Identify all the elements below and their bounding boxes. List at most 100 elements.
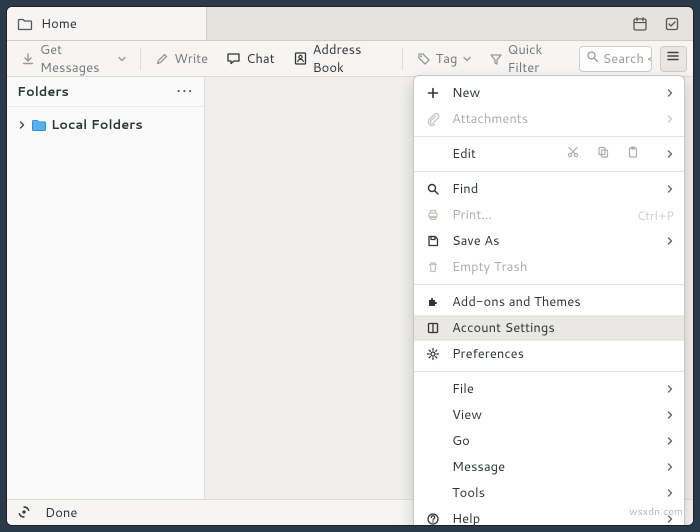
- folder-icon: [31, 117, 47, 133]
- search-icon: [586, 50, 599, 68]
- folder-pane: Folders ··· Local Folders: [7, 77, 205, 499]
- address-book-button[interactable]: Address Book: [285, 37, 394, 81]
- menu-separator: [414, 284, 684, 285]
- chevron-right-icon: [662, 515, 674, 523]
- menu-item-help[interactable]: Help: [414, 506, 684, 526]
- chevron-right-icon[interactable]: [662, 150, 674, 158]
- tree-item-label: Local Folders: [51, 116, 143, 134]
- menu-item-message[interactable]: Message: [414, 454, 684, 480]
- tag-icon: [417, 52, 431, 66]
- gear-icon: [424, 347, 442, 361]
- tree-item-local-folders[interactable]: Local Folders: [11, 113, 200, 137]
- funnel-icon: [489, 52, 503, 66]
- search-input[interactable]: Search <C: [579, 46, 652, 72]
- tab-home[interactable]: Home: [7, 7, 207, 40]
- menu-label: Account Settings: [452, 319, 674, 337]
- get-messages-label: Get Messages: [40, 41, 113, 77]
- paperclip-icon: [424, 112, 442, 126]
- chat-button[interactable]: Chat: [218, 46, 282, 72]
- menu-label: Message: [452, 458, 652, 476]
- menu-label: Attachments: [452, 110, 652, 128]
- folder-pane-header: Folders ···: [7, 77, 204, 107]
- printer-icon: [424, 208, 442, 222]
- cut-button[interactable]: [562, 144, 584, 164]
- folder-pane-title: Folders: [17, 83, 69, 101]
- menu-separator: [414, 136, 684, 137]
- chevron-down-icon: [118, 55, 126, 63]
- chevron-right-icon: [662, 185, 674, 193]
- menu-label: Save As: [452, 232, 652, 250]
- menu-label: Preferences: [452, 345, 674, 363]
- menu-item-edit: Edit: [414, 141, 684, 167]
- menu-accelerator: Ctrl+P: [637, 207, 674, 224]
- clipboard-icon: [626, 145, 640, 164]
- menu-label: Edit: [452, 145, 552, 163]
- plus-icon: [424, 86, 442, 100]
- calendar-icon[interactable]: [627, 12, 653, 36]
- app-menu-button[interactable]: [660, 46, 687, 72]
- quick-filter-button[interactable]: Quick Filter: [481, 37, 577, 81]
- menu-item-view[interactable]: View: [414, 402, 684, 428]
- menu-item-find[interactable]: Find: [414, 176, 684, 202]
- main-toolbar: Get Messages Write Chat Address Book: [7, 41, 693, 77]
- chevron-right-icon: [662, 115, 674, 123]
- app-menu-popup: New Attachments Edit Find: [413, 75, 685, 526]
- folder-tree: Local Folders: [7, 107, 204, 143]
- chat-icon: [226, 51, 241, 66]
- home-folder-icon: [17, 16, 33, 32]
- toolbar-separator: [402, 48, 403, 70]
- menu-label: Print…: [452, 206, 627, 224]
- tag-label: Tag: [436, 50, 458, 68]
- tasks-icon[interactable]: [659, 12, 685, 36]
- quick-filter-label: Quick Filter: [508, 41, 569, 77]
- chevron-right-icon: [662, 489, 674, 497]
- chevron-right-icon: [662, 437, 674, 445]
- status-text: Done: [45, 504, 77, 522]
- menu-label: Go: [452, 432, 652, 450]
- download-icon: [21, 52, 35, 66]
- write-label: Write: [174, 50, 208, 68]
- chevron-right-icon: [662, 237, 674, 245]
- chevron-right-icon: [662, 463, 674, 471]
- menu-item-file[interactable]: File: [414, 376, 684, 402]
- app-window: Home Get Messages Write: [6, 6, 694, 526]
- toolbar-separator: [140, 48, 141, 70]
- chevron-right-icon: [662, 411, 674, 419]
- copy-button[interactable]: [592, 144, 614, 164]
- account-settings-icon: [424, 321, 442, 335]
- menu-label: View: [452, 406, 652, 424]
- chevron-right-icon: [662, 89, 674, 97]
- copy-icon: [596, 145, 610, 164]
- write-button[interactable]: Write: [147, 46, 216, 72]
- tab-strip: Home: [7, 7, 693, 41]
- chat-label: Chat: [246, 50, 274, 68]
- menu-label: Tools: [452, 484, 652, 502]
- menu-item-attachments: Attachments: [414, 106, 684, 132]
- menu-label: Add-ons and Themes: [452, 293, 674, 311]
- menu-item-print: Print… Ctrl+P: [414, 202, 684, 228]
- address-book-icon: [293, 51, 308, 66]
- menu-item-preferences[interactable]: Preferences: [414, 341, 684, 367]
- paste-button[interactable]: [622, 144, 644, 164]
- hamburger-icon: [666, 49, 680, 68]
- scissors-icon: [566, 145, 580, 164]
- menu-item-addons[interactable]: Add-ons and Themes: [414, 289, 684, 315]
- menu-item-save-as[interactable]: Save As: [414, 228, 684, 254]
- menu-item-go[interactable]: Go: [414, 428, 684, 454]
- menu-label: Empty Trash: [452, 258, 674, 276]
- menu-separator: [414, 171, 684, 172]
- save-icon: [424, 234, 442, 248]
- tag-button[interactable]: Tag: [409, 46, 479, 72]
- menu-item-new[interactable]: New: [414, 80, 684, 106]
- menu-label: Help: [452, 510, 652, 526]
- menu-item-tools[interactable]: Tools: [414, 480, 684, 506]
- folder-pane-options-button[interactable]: ···: [177, 83, 194, 101]
- tab-title: Home: [41, 15, 77, 33]
- menu-item-account-settings[interactable]: Account Settings: [414, 315, 684, 341]
- address-book-label: Address Book: [313, 41, 386, 77]
- search-icon: [424, 182, 442, 196]
- menu-separator: [414, 371, 684, 372]
- pencil-icon: [155, 52, 169, 66]
- activity-indicator-icon[interactable]: [17, 505, 33, 521]
- get-messages-button[interactable]: Get Messages: [13, 37, 134, 81]
